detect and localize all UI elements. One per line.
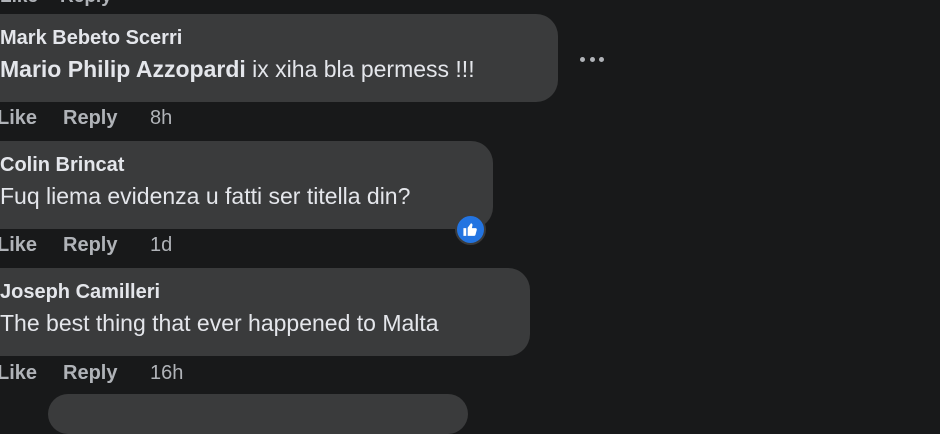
comment-author[interactable]: Joseph Camilleri xyxy=(0,280,506,304)
more-options-icon[interactable] xyxy=(580,49,604,69)
comment-actions: Like Reply 8h xyxy=(0,106,172,130)
comment-text: The best thing that ever happened to Mal… xyxy=(0,310,439,336)
reply-button[interactable]: Reply xyxy=(60,0,112,8)
comment-bubble: Mark Bebeto Scerri Mario Philip Azzopard… xyxy=(0,14,558,102)
comment-text: Fuq liema evidenza u fatti ser titella d… xyxy=(0,183,411,209)
previous-comment-actions: Like Reply xyxy=(0,0,112,8)
mention-link[interactable]: Mario Philip Azzopardi xyxy=(0,56,246,82)
comment-actions: Like Reply 16h xyxy=(0,361,183,385)
comment-timestamp[interactable]: 8h xyxy=(150,106,172,130)
comment-bubble xyxy=(48,394,468,434)
like-button[interactable]: Like xyxy=(0,106,63,130)
like-button[interactable]: Like xyxy=(0,361,63,385)
comment-author[interactable]: Mark Bebeto Scerri xyxy=(0,26,534,50)
comment-author[interactable]: Colin Brincat xyxy=(0,153,469,177)
reply-button[interactable]: Reply xyxy=(63,233,150,257)
like-button[interactable]: Like xyxy=(0,233,63,257)
comment-actions: Like Reply 1d xyxy=(0,233,172,257)
dot xyxy=(589,56,595,62)
reply-button[interactable]: Reply xyxy=(63,361,150,385)
comment-timestamp[interactable]: 16h xyxy=(150,361,183,385)
comment-text: Mario Philip Azzopardi ix xiha bla perme… xyxy=(0,54,534,84)
thumbs-up-glyph xyxy=(463,223,477,236)
comment-bubble: Joseph Camilleri The best thing that eve… xyxy=(0,268,530,356)
reply-button[interactable]: Reply xyxy=(63,106,150,130)
comment-body: ix xiha bla permess !!! xyxy=(245,56,475,82)
comment-timestamp[interactable]: 1d xyxy=(150,233,172,257)
thumbs-up-icon[interactable] xyxy=(455,214,486,245)
dot xyxy=(580,56,585,62)
like-button[interactable]: Like xyxy=(0,0,38,8)
dot xyxy=(599,56,604,62)
comment-bubble: Colin Brincat Fuq liema evidenza u fatti… xyxy=(0,141,493,229)
